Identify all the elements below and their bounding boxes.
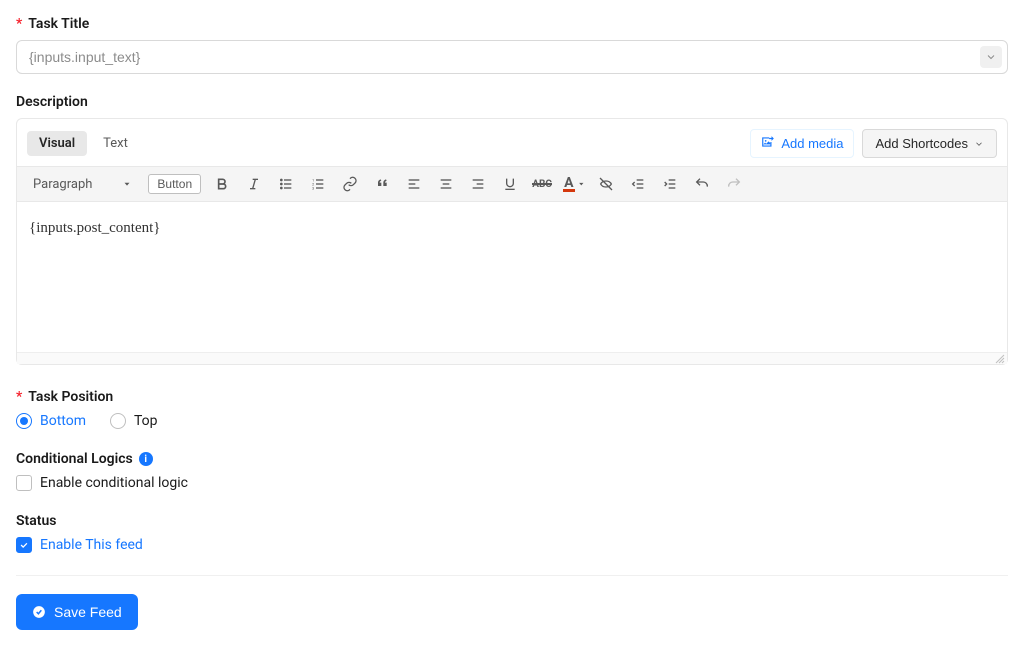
outdent-icon[interactable] [627,173,649,195]
conditional-logic-checkbox-label: Enable conditional logic [40,475,188,491]
task-position-label: * Task Position [16,389,1008,405]
redo-icon[interactable] [723,173,745,195]
radio-bottom[interactable]: Bottom [16,413,86,429]
task-title-input[interactable] [16,40,1008,74]
chevron-down-icon [974,139,984,149]
quote-icon[interactable] [371,173,393,195]
tab-text[interactable]: Text [91,131,140,156]
enable-feed-checkbox[interactable] [16,537,32,553]
conditional-logic-checkbox[interactable] [16,475,32,491]
required-star: * [16,16,22,32]
clear-formatting-icon[interactable] [595,173,617,195]
bold-icon[interactable] [211,173,233,195]
text-color-icon[interactable]: A [563,173,585,195]
paragraph-select[interactable]: Paragraph [27,174,138,195]
editor-toolbar: Paragraph Button 123 ABC A [17,166,1007,202]
required-star: * [16,389,22,405]
rich-text-editor: Visual Text Add media Add Shortcodes Par… [16,118,1008,365]
strikethrough-icon[interactable]: ABC [531,173,553,195]
undo-icon[interactable] [691,173,713,195]
radio-top[interactable]: Top [110,413,158,429]
insert-button-button[interactable]: Button [148,174,201,194]
status-label: Status [16,513,1008,529]
media-icon [761,135,775,152]
save-feed-button[interactable]: Save Feed [16,594,138,630]
indent-icon[interactable] [659,173,681,195]
add-media-button[interactable]: Add media [750,129,854,158]
info-icon[interactable]: i [139,452,153,466]
task-title-dropdown-toggle[interactable] [980,46,1002,68]
radio-input-top[interactable] [110,413,126,429]
tab-visual[interactable]: Visual [27,131,87,156]
divider [16,575,1008,576]
align-center-icon[interactable] [435,173,457,195]
radio-input-bottom[interactable] [16,413,32,429]
description-label: Description [16,94,1008,110]
task-title-label: * Task Title [16,16,1008,32]
underline-icon[interactable] [499,173,521,195]
editor-content-area[interactable]: {inputs.post_content} [17,202,1007,352]
ordered-list-icon[interactable]: 123 [307,173,329,195]
check-circle-icon [32,605,46,619]
align-left-icon[interactable] [403,173,425,195]
align-right-icon[interactable] [467,173,489,195]
link-icon[interactable] [339,173,361,195]
unordered-list-icon[interactable] [275,173,297,195]
italic-icon[interactable] [243,173,265,195]
add-shortcodes-button[interactable]: Add Shortcodes [862,129,997,158]
svg-text:3: 3 [312,185,314,190]
editor-resize-handle[interactable] [17,352,1007,364]
enable-feed-checkbox-label: Enable This feed [40,537,143,553]
conditional-logics-label: Conditional Logics i [16,451,1008,467]
